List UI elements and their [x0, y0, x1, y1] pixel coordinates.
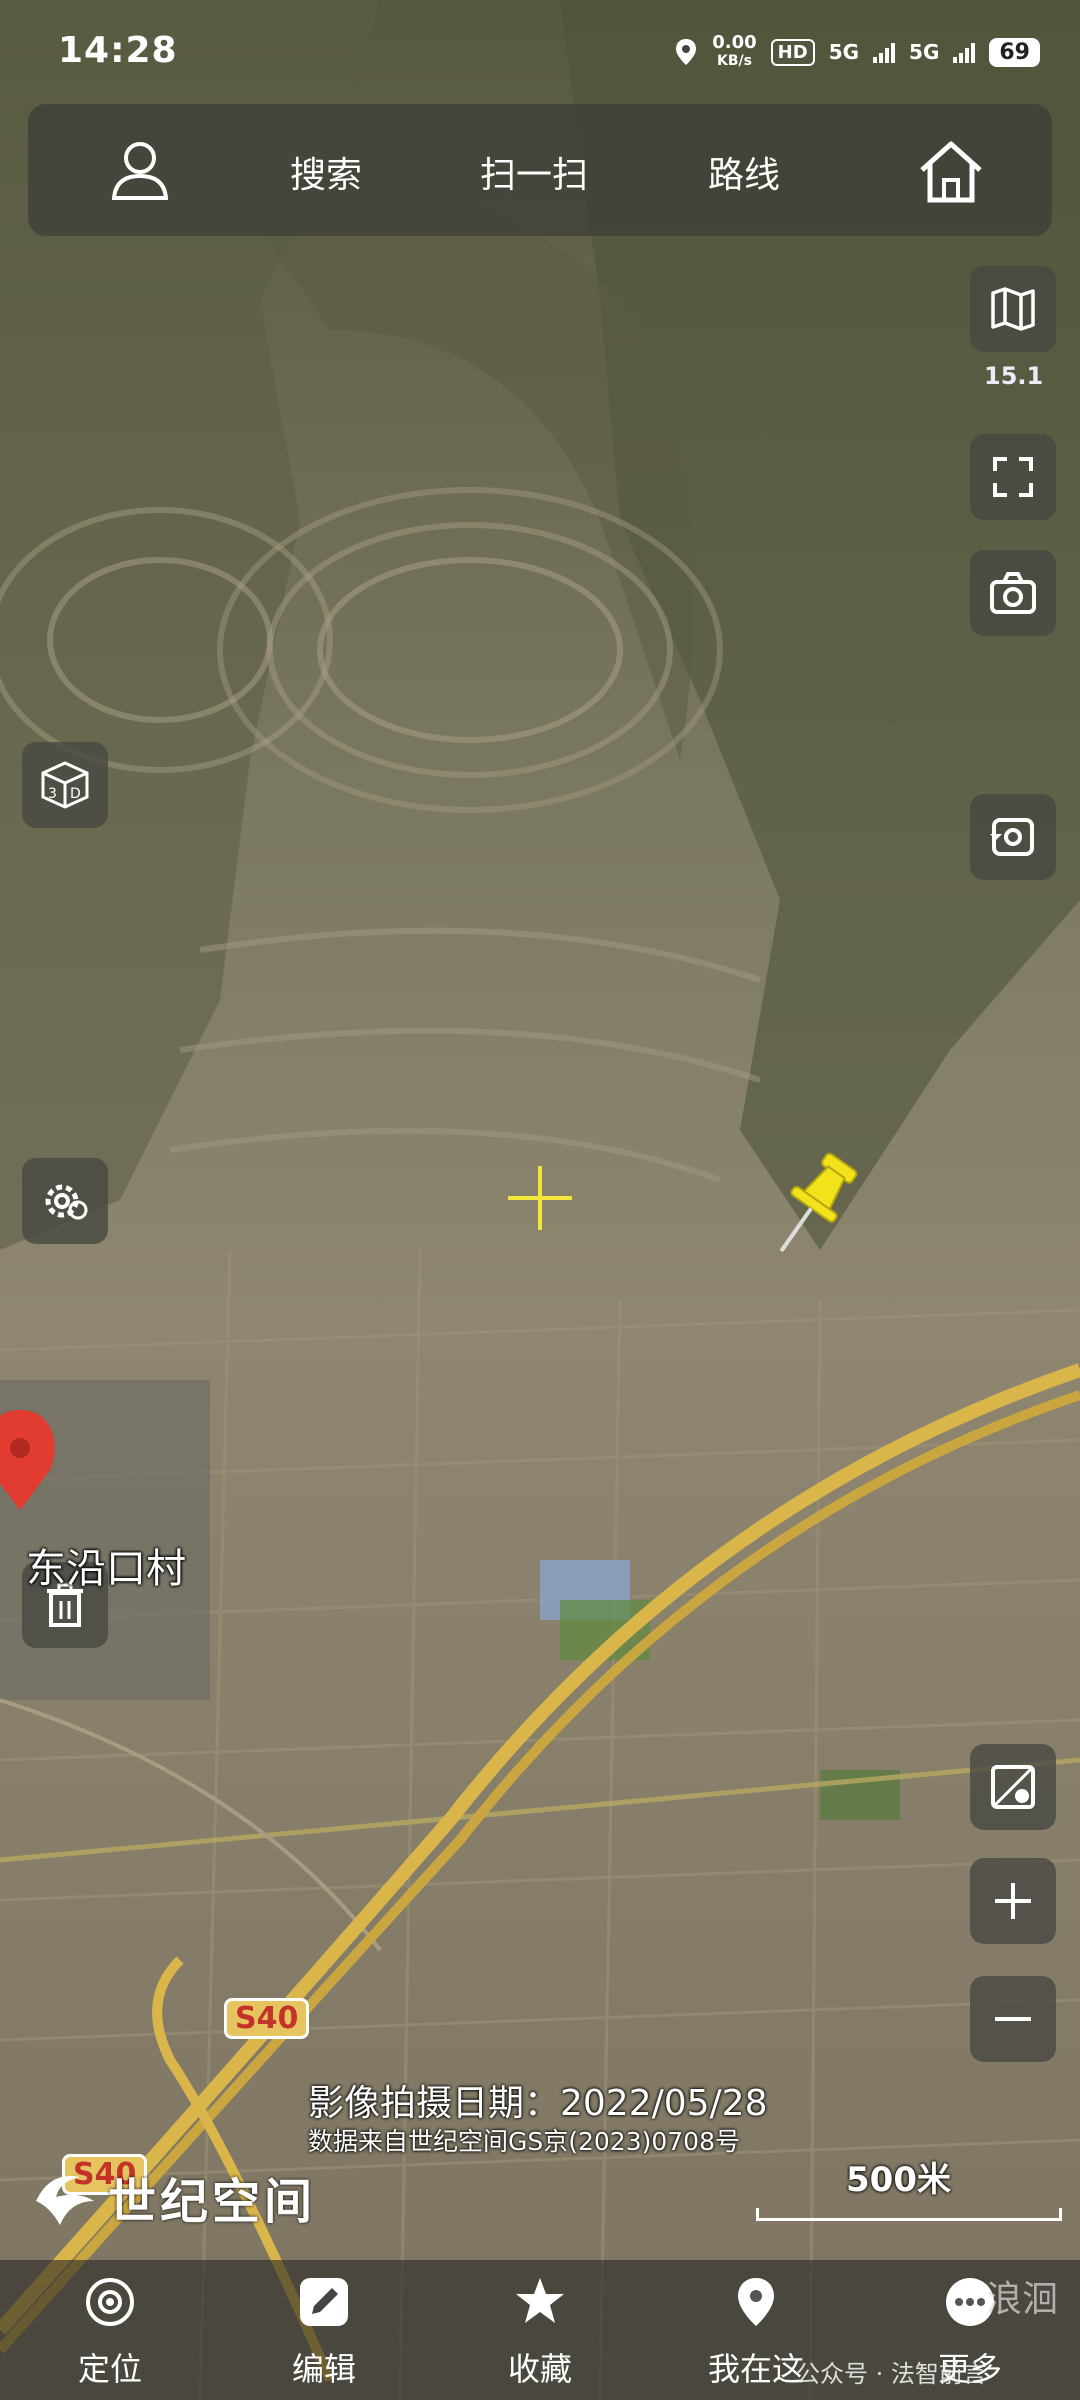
satellite-map[interactable]: [0, 0, 1080, 2400]
hd-badge: HD: [770, 38, 815, 66]
map-layers-button[interactable]: [970, 266, 1056, 352]
scale-label: 500米: [846, 2160, 951, 2200]
tab-locate-label: 定位: [77, 2350, 142, 2388]
star-icon: [516, 2278, 564, 2323]
tab-favorites-label: 收藏: [507, 2350, 572, 2388]
tab-favorites[interactable]: 收藏: [440, 2260, 640, 2400]
screenshot-button[interactable]: [970, 550, 1056, 636]
route-button[interactable]: 路线: [708, 146, 780, 198]
net-speed-value: 0.00: [712, 32, 757, 53]
crosshair-locate-icon: [86, 2278, 134, 2326]
location-pin-icon: [738, 2278, 774, 2326]
watermark: 公众号 · 法智前言: [796, 2360, 987, 2388]
zoom-level: 15.1: [984, 362, 1044, 390]
minus-icon: [995, 2017, 1031, 2021]
net-speed: 0.00 KB/s: [712, 34, 756, 70]
3d-toggle-button[interactable]: 3 D: [22, 742, 108, 828]
fullscreen-button[interactable]: [970, 434, 1056, 520]
scan-button[interactable]: 扫一扫: [480, 146, 588, 198]
village-label[interactable]: 东沿口村: [26, 1536, 186, 1594]
tab-edit-label: 编辑: [291, 2350, 356, 2388]
top-toolbar: 搜索 扫一扫 路线: [28, 104, 1052, 236]
sim2-label: 5G: [909, 40, 940, 64]
location-icon: [676, 39, 697, 65]
capture-date: 影像拍摄日期：2022/05/28: [308, 2083, 768, 2124]
settings-button[interactable]: [22, 1158, 108, 1244]
signal-2-icon: [953, 41, 976, 63]
fullscreen-icon: [993, 457, 1033, 497]
rotate-camera-icon: [990, 818, 1034, 856]
tab-locate[interactable]: 定位: [10, 2260, 210, 2400]
brand-logo: 世纪空间: [30, 2162, 316, 2232]
gear-icon: [45, 1184, 88, 1220]
home-icon[interactable]: [916, 136, 986, 206]
data-source: 数据来自世纪空间GS京(2023)0708号: [308, 2127, 740, 2156]
pencil-icon: [300, 2278, 348, 2326]
zoom-out-button[interactable]: [970, 1976, 1056, 2062]
status-bar: 14:28 0.00 KB/s HD 5G 5G 69: [0, 0, 1080, 100]
watermark-2: 浪洄: [986, 2279, 1059, 2320]
net-speed-unit: KB/s: [716, 53, 752, 69]
user-icon[interactable]: [108, 138, 172, 202]
scale-bar: [756, 2208, 1062, 2221]
zoom-in-button[interactable]: [970, 1858, 1056, 1944]
road-shield: S40: [224, 1998, 310, 2039]
brand-name: 世纪空间: [108, 2174, 317, 2230]
tab-edit[interactable]: 编辑: [224, 2260, 424, 2400]
clock: 14:28: [58, 30, 178, 71]
plus-icon: [995, 1883, 1031, 1919]
sim1-label: 5G: [828, 40, 860, 64]
search-button[interactable]: 搜索: [290, 146, 362, 198]
signal-1-icon: [873, 41, 896, 63]
map-pin-tool-button[interactable]: [970, 1744, 1056, 1830]
rotate-view-button[interactable]: [970, 794, 1056, 880]
battery-level: 69: [989, 37, 1040, 67]
map-pin-tool-icon: [991, 1765, 1035, 1809]
brand-swirl-icon: [36, 2176, 94, 2225]
3d-cube-icon: 3 D: [41, 761, 89, 809]
svg-text:3: 3: [48, 786, 57, 802]
svg-text:D: D: [70, 786, 81, 802]
camera-icon: [990, 572, 1036, 614]
map-icon: [991, 287, 1035, 331]
